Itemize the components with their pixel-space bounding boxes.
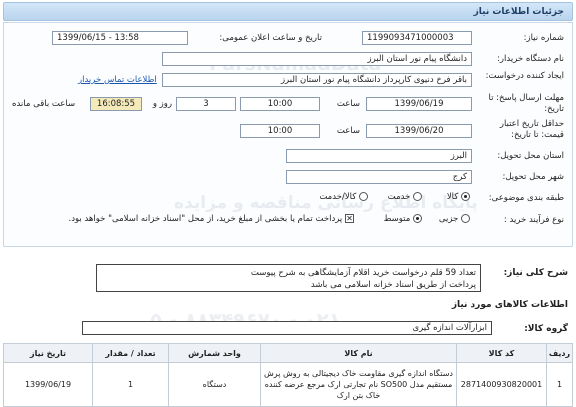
radio-icon[interactable] <box>359 192 368 201</box>
radio-icon[interactable] <box>413 192 422 201</box>
description-label: شرح کلی نیاز: <box>503 268 568 278</box>
checkbox-checked-icon[interactable]: ✕ <box>345 214 354 223</box>
row-unit: دستگاه <box>168 362 261 407</box>
buyer-label: نام دستگاه خریدار: <box>497 54 564 64</box>
table-header-row: ردیف کد کالا نام کالا واحد شمارش تعداد /… <box>3 343 573 363</box>
row-code: 2871400930820001 <box>456 362 547 407</box>
process-option-medium[interactable]: متوسط <box>384 214 422 224</box>
process-label: نوع فرآیند خرید : <box>503 215 564 225</box>
province-field: البرز <box>286 149 472 163</box>
city-label: شهر محل تحویل: <box>502 172 564 182</box>
goods-group-label: گروه کالا: <box>524 324 568 334</box>
goods-section-title: اطلاعات کالاهای مورد نیاز <box>451 300 568 310</box>
col-qty: تعداد / مقدار <box>92 343 169 363</box>
description-line: پرداخت از طریق اسناد خزانه اسلامی می باش… <box>310 280 476 290</box>
creator-label: ایجاد کننده درخواست: <box>485 71 564 81</box>
goods-group-field: ابزارآلات اندازه گیری <box>82 321 492 335</box>
reply-time-field: 10:00 <box>240 97 320 111</box>
process-option-minor[interactable]: جزیی <box>439 214 470 224</box>
remaining-time-label: ساعت باقی مانده <box>12 99 76 109</box>
category-label: طبقه بندی موضوعی: <box>488 193 564 203</box>
buyer-field: دانشگاه پیام نور استان البرز <box>162 52 472 66</box>
radio-selected-icon[interactable] <box>413 214 422 223</box>
reply-deadline-label: مهلت ارسال پاسخ: تا تاریخ: <box>488 93 564 114</box>
radio-selected-icon[interactable] <box>461 192 470 201</box>
city-field: کرج <box>286 170 472 184</box>
row-name: دستگاه اندازه گیری مقاومت خاک دیجیتالی ب… <box>260 362 457 407</box>
announce-field: 1399/06/15 - 13:58 <box>52 31 188 45</box>
details-panel: ParsNamadData پایگاه اطلاع رسانی مناقصه … <box>3 22 573 247</box>
header-bar: جزئیات اطلاعات نیاز <box>3 2 573 21</box>
col-date: تاریخ نیاز <box>3 343 93 363</box>
reply-time-label: ساعت <box>336 99 360 109</box>
description-box: تعداد 59 قلم درخواست خرید اقلام آزمایشگا… <box>96 264 481 292</box>
validity-time-field: 10:00 <box>240 124 320 138</box>
province-label: استان محل تحویل: <box>497 151 564 161</box>
payment-treasury-checkbox[interactable]: ✕ پرداخت تمام یا بخشی از مبلغ خرید، از م… <box>69 214 354 224</box>
radio-icon[interactable] <box>461 214 470 223</box>
table-row[interactable]: 1 2871400930820001 دستگاه اندازه گیری مق… <box>3 362 573 407</box>
days-field: 3 <box>176 97 236 111</box>
col-index: ردیف <box>546 343 573 363</box>
row-index: 1 <box>546 362 573 407</box>
need-number-label: شماره نیاز: <box>523 33 564 43</box>
need-number-field: 1199093471000003 <box>362 31 472 45</box>
category-option-goods[interactable]: کالا <box>447 192 470 202</box>
days-and-label: روز و <box>152 99 172 109</box>
row-date: 1399/06/19 <box>3 362 93 407</box>
validity-time-label: ساعت <box>336 126 360 136</box>
reply-date-field: 1399/06/19 <box>366 97 472 111</box>
announce-label: تاریخ و ساعت اعلان عمومی: <box>219 33 322 43</box>
category-option-both[interactable]: کالا/خدمت <box>319 192 368 202</box>
contact-buyer-link[interactable]: اطلاعات تماس خریدار <box>78 75 157 85</box>
col-code: کد کالا <box>456 343 547 363</box>
validity-date-field: 1399/06/20 <box>366 124 472 138</box>
category-option-service[interactable]: خدمت <box>388 192 422 202</box>
creator-field: باقر فرخ دنیوی کارپرداز دانشگاه پیام نور… <box>162 73 472 87</box>
row-qty: 1 <box>92 362 169 407</box>
col-unit: واحد شمارش <box>168 343 261 363</box>
col-name: نام کالا <box>260 343 457 363</box>
page-title: جزئیات اطلاعات نیاز <box>473 7 564 17</box>
description-line: تعداد 59 قلم درخواست خرید اقلام آزمایشگا… <box>250 268 476 278</box>
remaining-time-field: 16:08:55 <box>90 97 142 111</box>
validity-label: حداقل تاریخ اعتبار قیمت: تا تاریخ: <box>499 119 564 140</box>
goods-table: ردیف کد کالا نام کالا واحد شمارش تعداد /… <box>3 343 573 407</box>
